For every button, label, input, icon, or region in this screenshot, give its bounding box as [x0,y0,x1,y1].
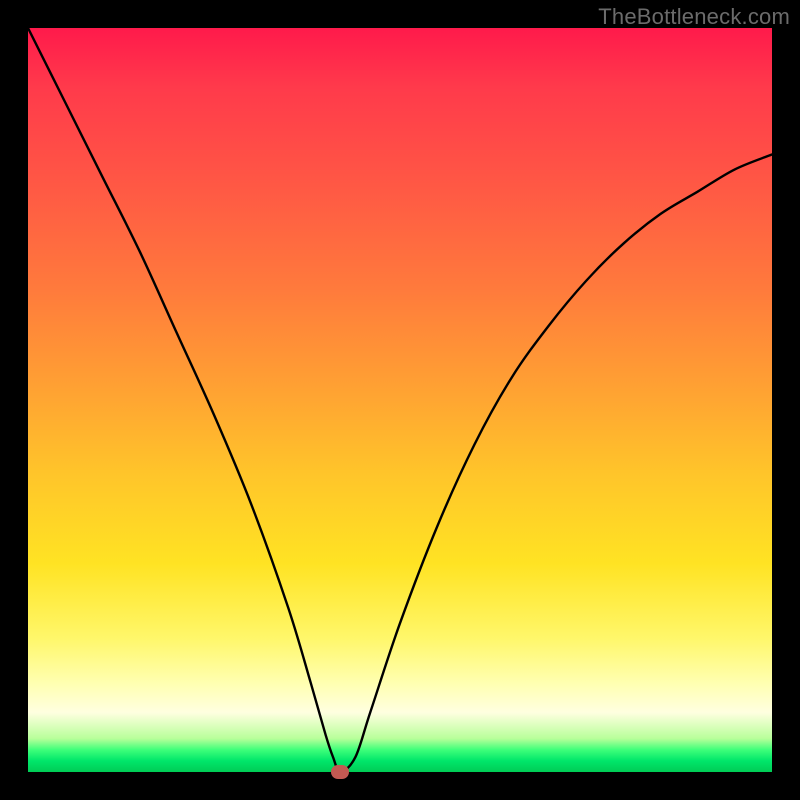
optimum-marker [331,765,349,779]
plot-area [28,28,772,772]
chart-frame: TheBottleneck.com [0,0,800,800]
watermark-text: TheBottleneck.com [598,4,790,30]
bottleneck-curve [28,28,772,772]
